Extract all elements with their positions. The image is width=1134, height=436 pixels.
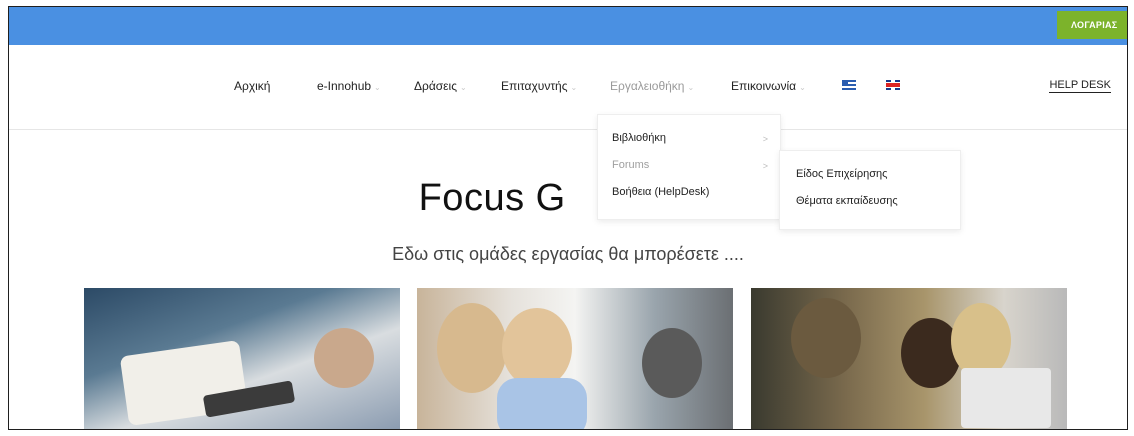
- main-navigation: Αρχική e-Innohub ⌄ Δράσεις ⌄ Επιταχυντής ⌄ …: [9, 45, 1127, 130]
- top-bar: ΛΟΓΑΡΙΑΣ: [9, 7, 1127, 45]
- menu-item-forums[interactable]: Forums: [612, 159, 649, 171]
- nav-accelerator-label: Επιταχυντής: [501, 79, 568, 93]
- nav-home[interactable]: Αρχική: [234, 79, 270, 93]
- team-meeting-photo: [84, 288, 400, 429]
- nav-accelerator[interactable]: Επιταχυντής ⌄: [501, 79, 577, 93]
- nav-toolbox[interactable]: Εργαλειοθήκη ⌄: [610, 79, 694, 93]
- greek-flag-icon[interactable]: [842, 80, 856, 90]
- menu-item-helpdesk-label: Βοήθεια (HelpDesk): [612, 186, 710, 198]
- chevron-down-icon: ⌄: [799, 83, 806, 92]
- toolbox-dropdown-menu: Βιβλιοθήκη > Forums > Βοήθεια (HelpDesk): [597, 114, 781, 220]
- nav-contact[interactable]: Επικοινωνία ⌄: [731, 79, 806, 93]
- nav-home-label: Αρχική: [234, 79, 271, 93]
- menu-item-helpdesk[interactable]: Βοήθεια (HelpDesk): [612, 186, 709, 198]
- forums-submenu: Είδος Επιχείρησης Θέματα εκπαίδευσης: [779, 150, 961, 230]
- help-desk-link[interactable]: HELP DESK: [1049, 79, 1111, 93]
- chevron-right-icon: >: [762, 161, 768, 171]
- nav-e-innohub-label: e-Innohub: [317, 79, 372, 93]
- chevron-down-icon: ⌄: [459, 83, 467, 92]
- account-button[interactable]: ΛΟΓΑΡΙΑΣ: [1057, 11, 1127, 39]
- page-subtitle: Εδω στις ομάδες εργασίας θα μπορέσετε ..…: [392, 244, 744, 264]
- chevron-down-icon: ⌄: [687, 83, 695, 92]
- office-team-photo: [417, 288, 733, 429]
- chevron-right-icon: >: [762, 134, 768, 144]
- colleagues-computer-photo: [751, 288, 1067, 429]
- menu-item-library[interactable]: Βιβλιοθήκη: [612, 132, 666, 144]
- chevron-down-icon: ⌄: [570, 83, 578, 92]
- chevron-down-icon: ⌄: [374, 83, 381, 92]
- uk-flag-icon[interactable]: [886, 80, 900, 90]
- nav-e-innohub[interactable]: e-Innohub ⌄: [317, 79, 381, 93]
- nav-actions[interactable]: Δράσεις ⌄: [414, 79, 467, 93]
- browser-frame: ΛΟΓΑΡΙΑΣ Αρχική e-Innohub ⌄ Δράσεις ⌄ Επιτ…: [8, 6, 1128, 430]
- nav-actions-label: Δράσεις: [414, 79, 457, 93]
- nav-contact-label: Επικοινωνία: [731, 79, 797, 93]
- submenu-item-training-topics[interactable]: Θέματα εκπαίδευσης: [796, 195, 898, 207]
- nav-toolbox-label: Εργαλειοθήκη: [610, 79, 685, 93]
- submenu-item-business-type[interactable]: Είδος Επιχείρησης: [796, 168, 887, 180]
- menu-item-library-label: Βιβλιοθήκη: [612, 132, 667, 144]
- menu-item-forums-label: Forums: [612, 159, 650, 171]
